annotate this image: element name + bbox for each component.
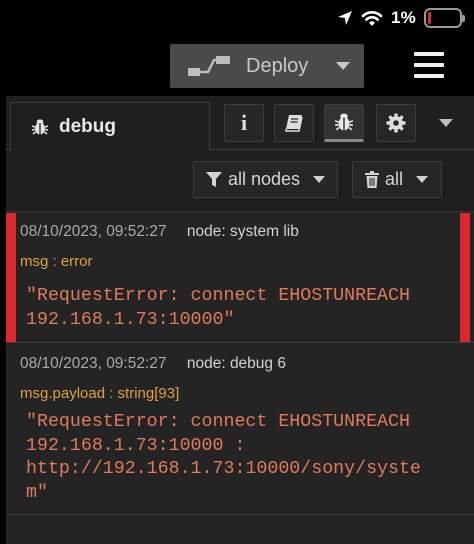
debug-messages[interactable]: 08/10/2023, 09:52:27 node: system lib ms… [6,211,474,544]
tab-debug-label: debug [59,116,116,137]
sidebar-menu-caret-icon[interactable] [436,116,456,130]
error-marker [6,213,16,342]
book-icon [285,115,303,132]
bug-icon [334,113,354,131]
deploy-button[interactable]: Deploy [170,44,364,88]
battery-level [428,12,431,24]
app-header: Deploy [0,36,474,96]
message-payload[interactable]: "RequestError: connect EHOSTUNREACH 192.… [26,285,410,332]
message-topic: msg.payload : string[93] [20,385,180,402]
status-indicators: 1% [337,7,465,29]
message-timestamp: 08/10/2023, 09:52:27 [20,355,167,372]
deploy-flow-icon [188,56,230,76]
message-timestamp: 08/10/2023, 09:52:27 [20,223,167,240]
battery-percent: 1% [391,8,416,27]
chevron-down-icon [312,175,326,185]
config-tab-button[interactable] [376,104,416,142]
sidebar-panel: debug i all nodes all 08/10/2023, 09:52:… [6,96,474,544]
message-meta: 08/10/2023, 09:52:27 node: debug 6 [20,355,286,373]
wifi-icon [361,10,383,26]
info-tab-button[interactable]: i [224,104,264,142]
bug-icon [31,119,49,135]
debug-message[interactable]: 08/10/2023, 09:52:27 node: system lib ms… [6,213,474,343]
tab-debug[interactable]: debug [10,102,210,151]
message-node-link[interactable]: node: debug 6 [187,355,286,372]
message-node-link[interactable]: node: system lib [187,223,299,240]
chevron-down-icon [415,175,429,185]
clear-messages-button[interactable]: all [352,161,442,198]
message-payload[interactable]: "RequestError: connect EHOSTUNREACH 192.… [26,411,421,505]
message-meta: 08/10/2023, 09:52:27 node: system lib [20,223,299,241]
location-arrow-icon [338,11,353,25]
main-menu-icon[interactable] [414,52,444,78]
debug-message[interactable]: 08/10/2023, 09:52:27 node: debug 6 msg.p… [6,345,474,515]
deploy-label: Deploy [246,55,309,77]
trash-icon [365,171,379,188]
info-icon: i [240,110,248,135]
battery-icon [424,8,465,28]
filter-nodes-label: all nodes [228,169,301,189]
debug-tab-button[interactable] [324,104,364,142]
deploy-menu-caret-icon[interactable] [332,57,354,75]
error-marker [460,213,470,342]
sidebar-tabbar: debug i [6,96,474,151]
help-tab-button[interactable] [274,104,314,142]
filter-nodes-button[interactable]: all nodes [193,161,338,198]
gear-icon [386,113,406,133]
clear-all-label: all [385,169,404,189]
status-bar: 1% [0,0,474,36]
debug-filter-bar: all nodes all [6,151,474,211]
filter-icon [206,171,222,187]
message-topic: msg : error [20,253,93,270]
